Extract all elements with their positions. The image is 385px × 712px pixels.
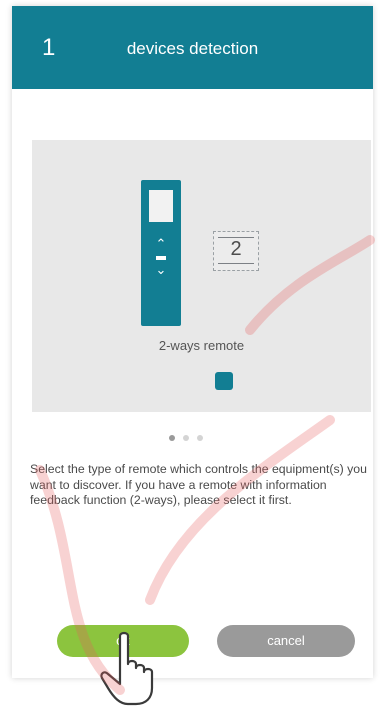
chevron-up-icon: ⌃ bbox=[155, 237, 167, 252]
carousel-dot-2[interactable] bbox=[183, 435, 189, 441]
dialog-header: 1 devices detection bbox=[12, 6, 373, 89]
remote-select-checkbox[interactable] bbox=[215, 372, 233, 390]
carousel-pagination bbox=[169, 435, 229, 443]
stop-icon bbox=[156, 256, 166, 260]
carousel-dot-1[interactable] bbox=[169, 435, 175, 441]
instruction-text: Select the type of remote which controls… bbox=[30, 462, 367, 507]
remote-type-label: 2-ways remote bbox=[158, 338, 245, 353]
arrow-left-icon bbox=[218, 263, 254, 264]
remote-control-icon: ⌃ ⌄ bbox=[141, 180, 181, 326]
ok-button[interactable]: ok bbox=[57, 625, 189, 657]
chevron-down-icon: ⌄ bbox=[155, 263, 167, 278]
dialog-title: devices detection bbox=[126, 39, 259, 58]
two-way-number: 2 bbox=[230, 238, 242, 260]
carousel-dot-3[interactable] bbox=[197, 435, 203, 441]
cancel-button[interactable]: cancel bbox=[217, 625, 355, 657]
remote-screen bbox=[149, 190, 173, 222]
two-way-feedback-icon: 2 bbox=[213, 231, 259, 271]
remote-type-panel[interactable]: ⌃ ⌄ 2 2-ways remote bbox=[32, 140, 371, 412]
